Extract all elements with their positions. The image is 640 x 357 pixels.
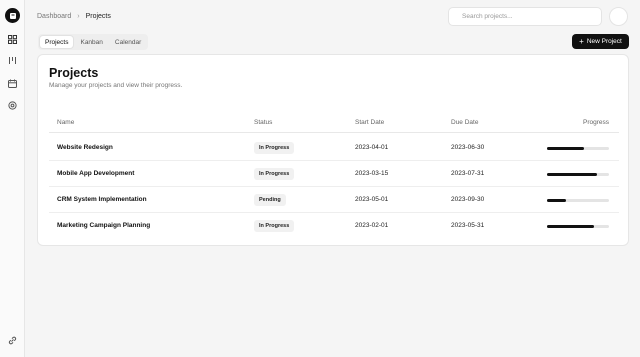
box-logo-icon[interactable] [5, 8, 20, 23]
kanban-icon[interactable] [6, 54, 19, 67]
start-date: 2023-05-01 [355, 196, 389, 203]
due-date: 2023-06-30 [451, 144, 485, 151]
new-project-button[interactable]: + New Project [572, 34, 629, 49]
status-badge: Pending [254, 194, 286, 206]
avatar[interactable] [609, 7, 628, 26]
breadcrumb-current: Projects [85, 13, 111, 20]
new-project-label: New Project [586, 38, 622, 45]
progress-bar [547, 225, 609, 228]
tab-kanban[interactable]: Kanban [75, 36, 107, 48]
progress-fill [547, 173, 597, 176]
table-row[interactable]: Mobile App Development In Progress 2023-… [49, 161, 619, 187]
status-badge: In Progress [254, 220, 295, 232]
breadcrumb: Dashboard › Projects [37, 13, 111, 20]
status-cell: In Progress [254, 220, 295, 232]
project-name[interactable]: CRM System Implementation [57, 196, 147, 203]
link-icon[interactable] [6, 334, 19, 347]
status-cell: Pending [254, 194, 286, 206]
due-date: 2023-09-30 [451, 196, 485, 203]
breadcrumb-root[interactable]: Dashboard [37, 13, 71, 20]
view-tabs: Projects Kanban Calendar [38, 34, 149, 50]
table-row[interactable]: Marketing Campaign Planning In Progress … [49, 213, 619, 239]
progress-bar [547, 199, 609, 202]
progress-fill [547, 225, 594, 228]
header-progress[interactable]: Progress [583, 119, 609, 126]
project-name[interactable]: Mobile App Development [57, 170, 134, 177]
table-row[interactable]: Website Redesign In Progress 2023-04-01 … [49, 135, 619, 161]
progress-bar [547, 173, 609, 176]
top-header: Dashboard › Projects Search projects... [25, 0, 640, 32]
header-start-date[interactable]: Start Date [355, 119, 384, 126]
page-title: Projects [49, 66, 99, 80]
table-row[interactable]: CRM System Implementation Pending 2023-0… [49, 187, 619, 213]
grid-icon[interactable] [6, 33, 19, 46]
plus-icon: + [579, 36, 584, 46]
search-input[interactable]: Search projects... [448, 7, 602, 26]
header-status[interactable]: Status [254, 119, 272, 126]
start-date: 2023-04-01 [355, 144, 389, 151]
settings-icon[interactable] [6, 99, 19, 112]
status-cell: In Progress [254, 142, 295, 154]
start-date: 2023-03-15 [355, 170, 389, 177]
start-date: 2023-02-01 [355, 222, 389, 229]
project-name[interactable]: Website Redesign [57, 144, 113, 151]
due-date: 2023-05-31 [451, 222, 485, 229]
status-cell: In Progress [254, 168, 295, 180]
due-date: 2023-07-31 [451, 170, 485, 177]
tab-calendar[interactable]: Calendar [110, 36, 146, 48]
calendar-icon[interactable] [6, 77, 19, 90]
side-rail [0, 0, 25, 357]
progress-fill [547, 199, 566, 202]
header-due-date[interactable]: Due Date [451, 119, 478, 126]
progress-bar [547, 147, 609, 150]
project-name[interactable]: Marketing Campaign Planning [57, 222, 150, 229]
page-subtitle: Manage your projects and view their prog… [49, 82, 183, 89]
table-header: Name Status Start Date Due Date Progress [49, 119, 619, 133]
status-badge: In Progress [254, 142, 295, 154]
status-badge: In Progress [254, 168, 295, 180]
projects-card: Projects Manage your projects and view t… [37, 54, 629, 246]
tab-projects[interactable]: Projects [40, 36, 74, 48]
header-name[interactable]: Name [57, 119, 74, 126]
progress-fill [547, 147, 585, 150]
chevron-right-icon: › [77, 13, 80, 20]
